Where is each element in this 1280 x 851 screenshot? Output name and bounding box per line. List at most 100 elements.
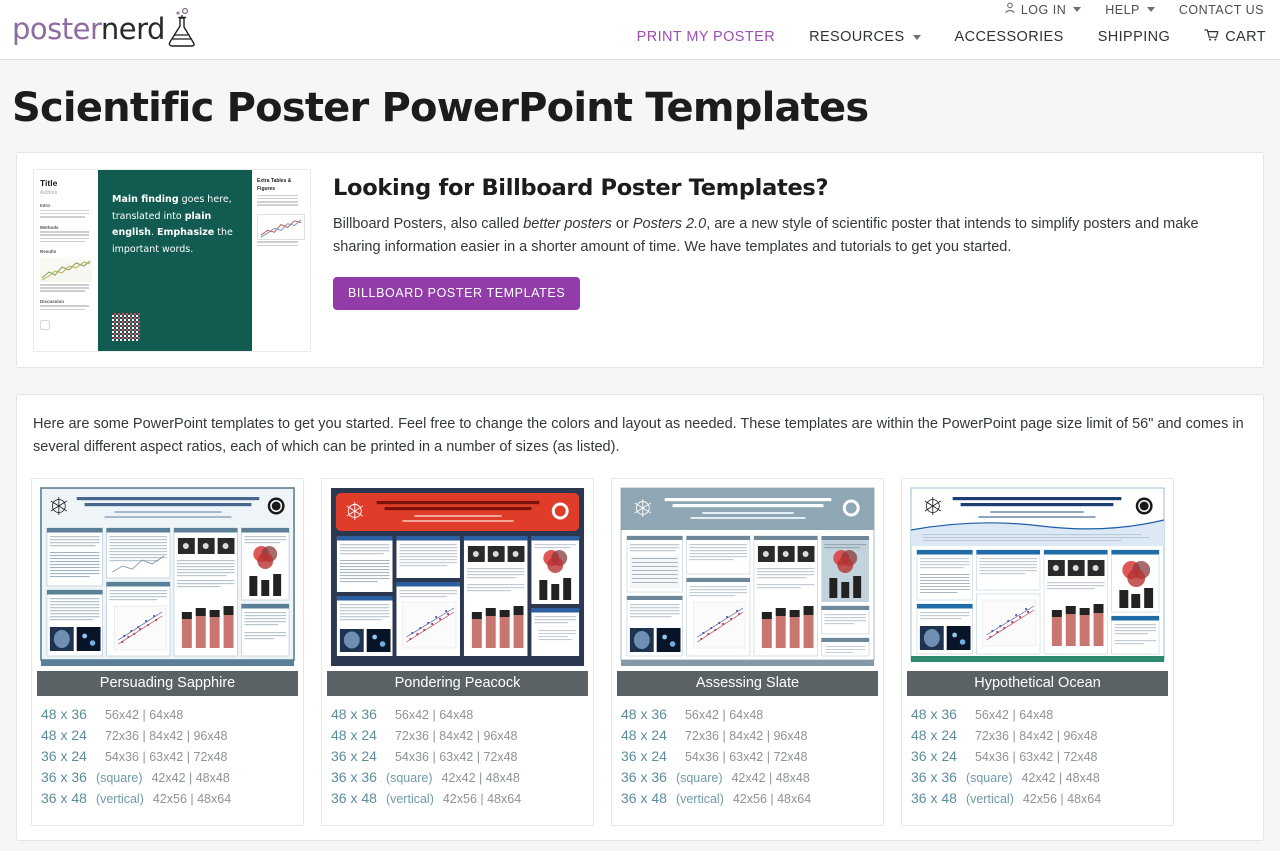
- nav-item-print-my-poster[interactable]: PRINT MY POSTER: [637, 29, 775, 45]
- size-alternatives: 54x36 | 63x42 | 72x48: [684, 749, 808, 764]
- template-card-title: Assessing Slate: [617, 670, 878, 696]
- billboard-paragraph-part-1: Billboard Posters, also called: [333, 216, 524, 232]
- size-link[interactable]: 36 x 48: [41, 790, 87, 806]
- billboard-copy: Looking for Billboard Poster Templates? …: [333, 169, 1205, 351]
- text-line: [40, 240, 85, 243]
- templates-panel: Here are some PowerPoint templates to ge…: [16, 394, 1264, 841]
- billboard-emphasis-1: better posters: [523, 216, 612, 232]
- size-alternatives: 42x42 | 48x48: [151, 770, 230, 785]
- template-thumbnail[interactable]: [617, 483, 878, 670]
- logo-text-nerd: nerd: [100, 11, 166, 46]
- size-alternatives: 42x56 | 48x64: [732, 791, 812, 806]
- billboard-heading: Looking for Billboard Poster Templates?: [333, 175, 829, 201]
- chevron-down-icon: [1146, 7, 1155, 12]
- poster-preview-ocean: [907, 483, 1168, 670]
- nav-item-shipping[interactable]: SHIPPING: [1098, 29, 1171, 45]
- poster-preview-slate: [617, 483, 878, 670]
- size-link[interactable]: 36 x 24: [331, 748, 377, 764]
- primary-nav: PRINT MY POSTER RESOURCES ACCESSORIES SH…: [637, 28, 1266, 46]
- size-link[interactable]: 48 x 36: [331, 706, 377, 722]
- template-thumbnail[interactable]: [37, 483, 298, 670]
- top-utility-nav: LOG IN HELP CONTACT US: [1004, 2, 1264, 17]
- size-link[interactable]: 36 x 36: [331, 769, 377, 785]
- nav-label: CART: [1225, 29, 1266, 45]
- size-alternatives: 56x42 | 64x48: [104, 707, 184, 722]
- template-thumbnail[interactable]: [907, 483, 1168, 670]
- top-nav-label: LOG IN: [1020, 2, 1067, 17]
- template-thumbnail[interactable]: [327, 483, 588, 670]
- size-link[interactable]: 36 x 48: [331, 790, 377, 806]
- cart-icon: [1204, 28, 1219, 46]
- size-link[interactable]: 48 x 24: [911, 727, 957, 743]
- text-line: [40, 283, 89, 286]
- size-link[interactable]: 48 x 24: [41, 727, 87, 743]
- size-alternatives: 42x56 | 48x64: [152, 791, 232, 806]
- size-link[interactable]: 48 x 36: [911, 706, 957, 722]
- billboard-thumb-section-label: Intro: [40, 203, 50, 208]
- flask-icon: [161, 6, 201, 55]
- nav-label: ACCESSORIES: [954, 29, 1064, 45]
- size-link[interactable]: 36 x 48: [621, 790, 667, 806]
- size-link[interactable]: 36 x 24: [41, 748, 87, 764]
- template-card-assessing-slate[interactable]: Assessing Slate 48 x 36 56x42 | 64x48 48…: [611, 477, 884, 826]
- size-link[interactable]: 36 x 36: [621, 769, 667, 785]
- top-nav-item-log-in[interactable]: LOG IN: [1004, 2, 1082, 17]
- billboard-thumb-authors: Authors: [40, 190, 58, 196]
- nav-item-cart[interactable]: CART: [1204, 28, 1266, 46]
- text-line: [40, 231, 89, 233]
- text-line: [257, 200, 299, 203]
- size-note: (square): [95, 770, 143, 785]
- size-note: (vertical): [965, 791, 1014, 806]
- billboard-thumb-right-column: Extra Tables & Figures: [252, 170, 310, 351]
- top-nav-item-contact-us[interactable]: CONTACT US: [1179, 3, 1264, 17]
- size-note: (vertical): [95, 791, 144, 806]
- size-alternatives: 54x36 | 63x42 | 72x48: [104, 749, 228, 764]
- size-note: (vertical): [385, 791, 434, 806]
- billboard-thumb-logo-placeholder: [40, 320, 50, 331]
- text-line: [257, 197, 299, 200]
- size-link[interactable]: 36 x 36: [911, 769, 957, 785]
- size-link[interactable]: 48 x 24: [621, 727, 667, 743]
- size-row: 36 x 36 (square) 42x42 | 48x48: [621, 769, 874, 785]
- billboard-template-thumbnail[interactable]: Title Authors Intro Methods Results Disc…: [33, 169, 311, 352]
- size-link[interactable]: 36 x 24: [911, 748, 957, 764]
- size-link[interactable]: 36 x 36: [41, 769, 87, 785]
- size-row: 36 x 24 54x36 | 63x42 | 72x48: [911, 748, 1164, 764]
- template-card-title: Hypothetical Ocean: [907, 670, 1168, 696]
- billboard-thumb-section-label: Methods: [40, 224, 59, 230]
- templates-grid: Persuading Sapphire 48 x 36 56x42 | 64x4…: [31, 477, 1249, 826]
- main-text-bold-1: Main finding: [112, 194, 179, 205]
- poster-preview-sapphire: [37, 483, 298, 670]
- template-size-list: 48 x 36 56x42 | 64x48 48 x 24 72x36 | 84…: [37, 696, 298, 825]
- top-nav-label: HELP: [1105, 2, 1140, 17]
- size-row: 36 x 48 (vertical) 42x56 | 48x64: [41, 790, 294, 806]
- size-link[interactable]: 48 x 36: [41, 706, 87, 722]
- size-row: 48 x 24 72x36 | 84x42 | 96x48: [911, 727, 1164, 743]
- templates-intro-text: Here are some PowerPoint templates to ge…: [33, 416, 1244, 456]
- size-link[interactable]: 36 x 48: [911, 790, 957, 806]
- template-card-title: Persuading Sapphire: [37, 670, 298, 696]
- template-card-hypothetical-ocean[interactable]: Hypothetical Ocean 48 x 36 56x42 | 64x48…: [901, 477, 1174, 826]
- size-alternatives: 42x42 | 48x48: [441, 770, 520, 785]
- template-card-pondering-peacock[interactable]: Pondering Peacock 48 x 36 56x42 | 64x48 …: [321, 477, 594, 826]
- top-nav-item-help[interactable]: HELP: [1105, 3, 1155, 17]
- nav-item-accessories[interactable]: ACCESSORIES: [955, 29, 1064, 45]
- top-nav-label: CONTACT US: [1178, 2, 1264, 17]
- text-line: [257, 241, 299, 243]
- text-line: [40, 290, 85, 292]
- size-alternatives: 42x56 | 48x64: [442, 791, 522, 806]
- billboard-poster-templates-button[interactable]: BILLBOARD POSTER TEMPLATES: [333, 276, 581, 310]
- billboard-promo-panel: Title Authors Intro Methods Results Disc…: [16, 152, 1264, 368]
- nav-item-resources[interactable]: RESOURCES: [809, 29, 921, 45]
- size-link[interactable]: 36 x 24: [621, 748, 667, 764]
- billboard-thumb-right-title: Extra Tables & Figures: [257, 178, 292, 192]
- template-card-title: Pondering Peacock: [327, 670, 588, 696]
- size-link[interactable]: 48 x 36: [621, 706, 667, 722]
- template-card-persuading-sapphire[interactable]: Persuading Sapphire 48 x 36 56x42 | 64x4…: [31, 477, 304, 826]
- site-logo[interactable]: posternerd: [12, 7, 201, 51]
- size-link[interactable]: 48 x 24: [331, 727, 377, 743]
- billboard-thumb-figure: [257, 213, 305, 240]
- text-line: [40, 287, 89, 289]
- poster-preview-peacock: [327, 483, 588, 670]
- size-alternatives: 56x42 | 64x48: [684, 707, 764, 722]
